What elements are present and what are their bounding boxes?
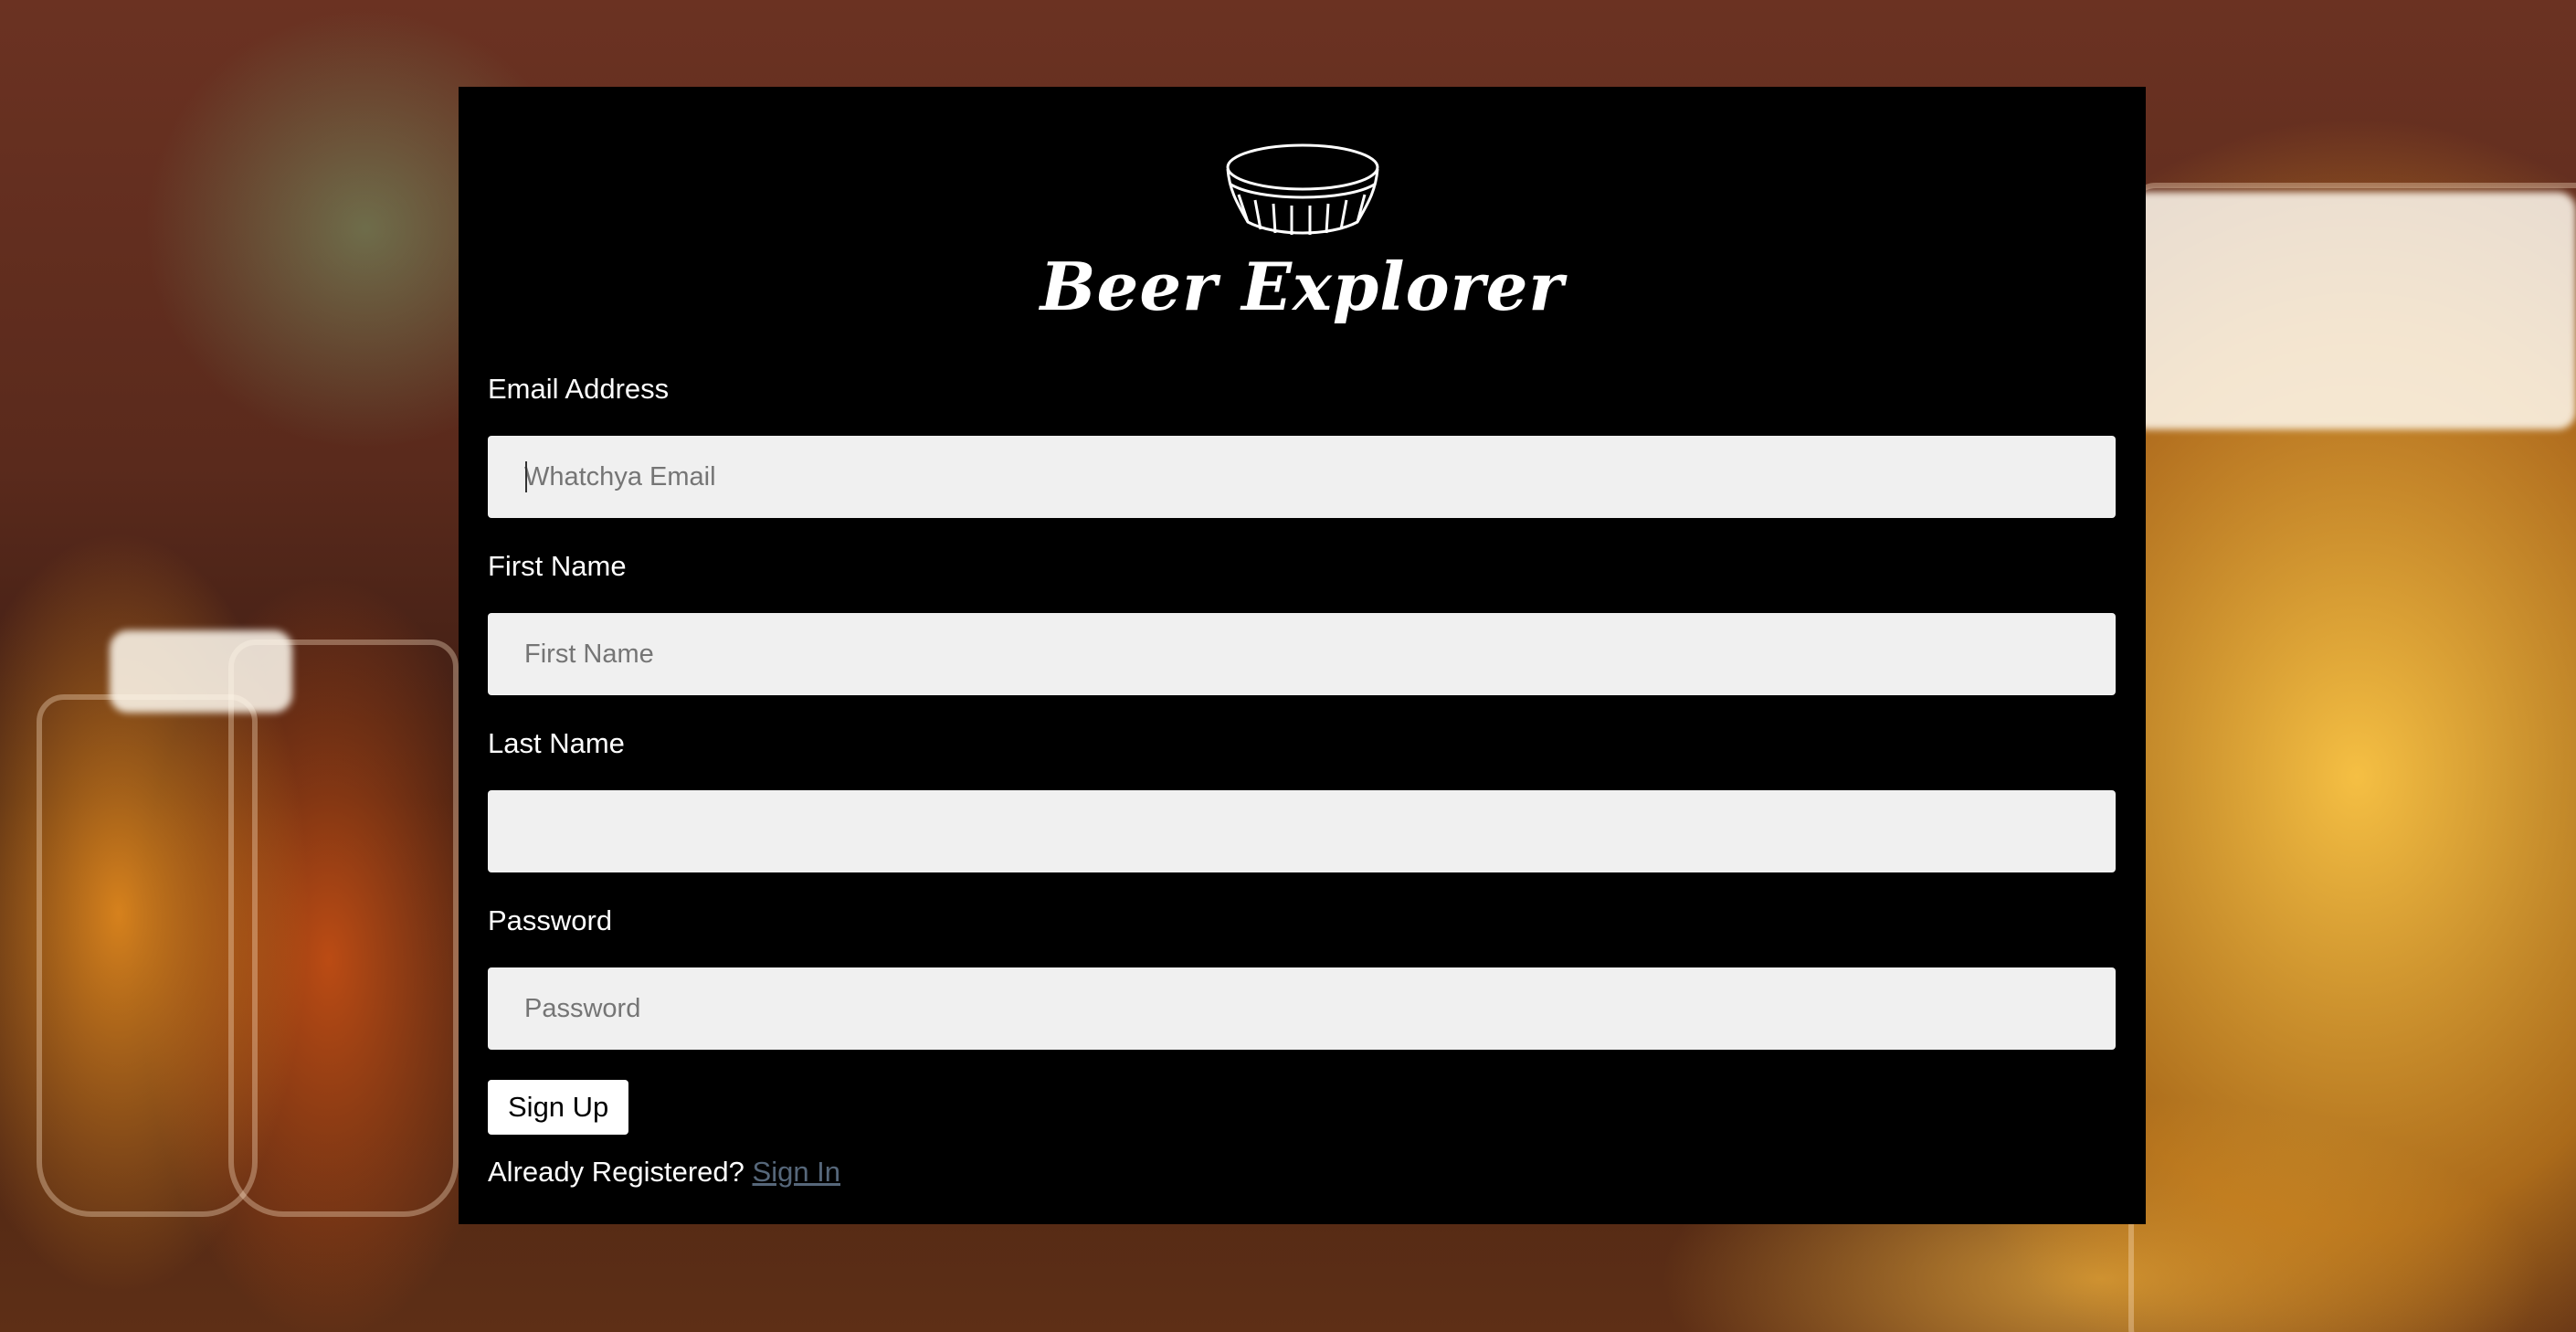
signup-card: Beer Explorer Email Address First Name L… [459,87,2146,1224]
text-caret [525,461,527,492]
already-registered: Already Registered? Sign In [488,1156,840,1189]
sign-in-link[interactable]: Sign In [753,1156,841,1188]
last-name-field[interactable] [488,790,2116,872]
first-name-field[interactable] [488,613,2116,695]
background-mug [2128,183,2576,1332]
brand-name: Beer Explorer [1040,248,1565,325]
bottle-cap-icon [1226,143,1378,235]
already-registered-text: Already Registered? [488,1156,744,1188]
password-field[interactable] [488,967,2116,1050]
background-foam [110,630,292,713]
email-field[interactable] [488,436,2116,518]
email-label: Email Address [488,373,670,405]
first-name-label: First Name [488,550,627,582]
last-name-label: Last Name [488,727,625,759]
password-label: Password [488,904,613,936]
background-mug [37,694,258,1217]
sign-up-button[interactable]: Sign Up [488,1080,629,1135]
brand-logo: Beer Explorer [459,142,2146,325]
background-mug [228,640,459,1217]
